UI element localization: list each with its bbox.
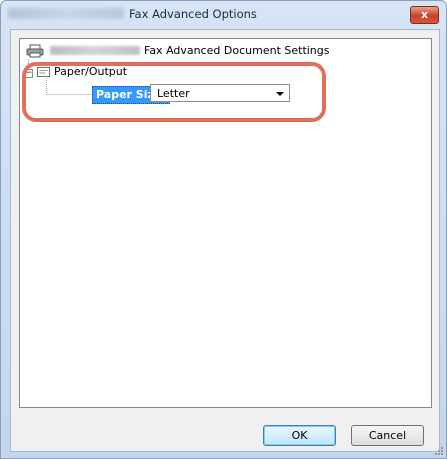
tree-item-paper-output[interactable]: Paper/Output — [54, 65, 127, 78]
title-bar[interactable]: Fax Advanced Options x — [1, 1, 446, 27]
cancel-button[interactable]: Cancel — [351, 425, 424, 446]
resize-grip-icon[interactable] — [434, 446, 444, 456]
tree-root-label: Fax Advanced Document Settings — [144, 44, 330, 57]
close-icon: x — [420, 8, 429, 21]
window-title: Fax Advanced Options — [129, 7, 257, 21]
paper-size-dropdown[interactable]: Letter — [150, 84, 290, 102]
close-button[interactable]: x — [410, 6, 439, 24]
chevron-down-icon[interactable] — [276, 92, 284, 96]
blurred-product-name — [8, 8, 124, 19]
dialog-window: Fax Advanced Options x Fax Advanced Docu… — [0, 0, 447, 459]
document-icon — [37, 67, 50, 77]
ok-button[interactable]: OK — [263, 425, 336, 446]
collapse-toggle[interactable]: − — [24, 69, 33, 78]
paper-size-value: Letter — [157, 87, 190, 100]
dialog-client-area: Fax Advanced Document Settings − Paper/O… — [10, 29, 440, 452]
settings-tree-view[interactable]: Fax Advanced Document Settings − Paper/O… — [19, 38, 432, 408]
